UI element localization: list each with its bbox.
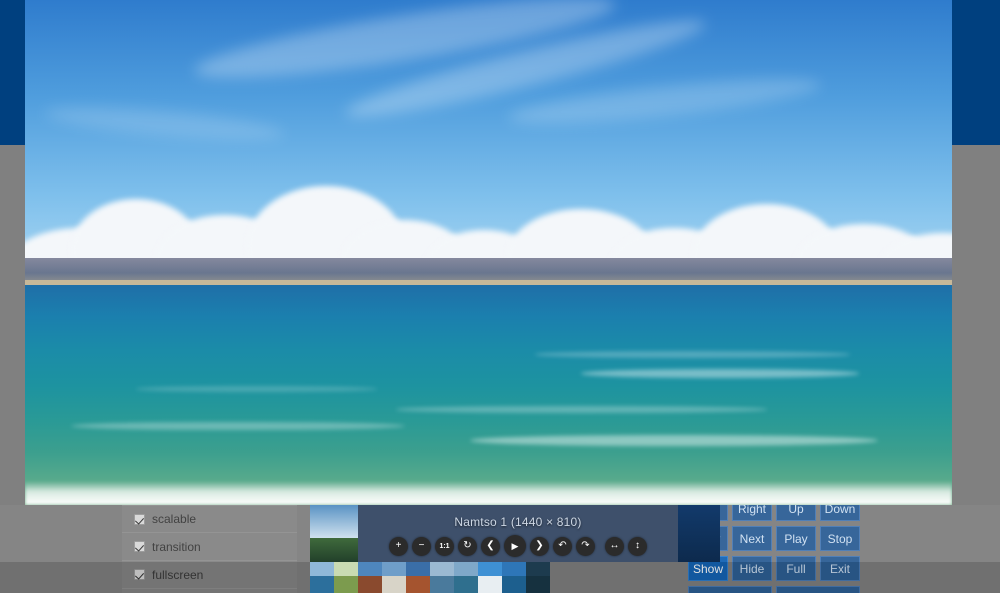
viewer-toolbar: Namtso 1 (1440 × 810) + −1:1 ↻ ❮ ▶ ❯ ↶ ↷ ↔ ↕ bbox=[358, 505, 678, 562]
option-label: fullscreen bbox=[152, 567, 204, 582]
thumbnail-strip bbox=[310, 562, 550, 593]
thumbnail-beach[interactable] bbox=[478, 562, 502, 593]
control-button-tooltip[interactable]: Tooltip bbox=[776, 586, 860, 593]
checkbox-icon-fullscreen[interactable] bbox=[134, 569, 145, 580]
chevron-left-icon[interactable]: ❮ bbox=[481, 536, 500, 556]
option-label: scalable bbox=[152, 512, 197, 526]
control-button-left[interactable]: Left bbox=[688, 496, 728, 521]
control-button-stop[interactable]: Stop bbox=[820, 526, 860, 551]
chevron-right-icon[interactable]: ❯ bbox=[530, 536, 549, 556]
thumbnail-white-house[interactable] bbox=[382, 562, 406, 593]
option-row-fullscreen[interactable]: fullscreen bbox=[122, 561, 297, 589]
option-row-transition[interactable]: transition bbox=[122, 533, 297, 561]
option-label: transition bbox=[152, 539, 201, 554]
checkbox-icon-transition[interactable] bbox=[134, 541, 145, 552]
control-row: Show Hide Full Exit bbox=[688, 556, 860, 581]
control-row: Left Right Up Down bbox=[688, 496, 860, 521]
minus-icon[interactable]: − bbox=[412, 536, 431, 556]
thumbnail-pier[interactable] bbox=[430, 562, 454, 593]
thumbnail-dark-water[interactable] bbox=[526, 562, 550, 593]
control-row: Reset Tooltip bbox=[688, 586, 860, 593]
rotate-icon[interactable]: ↻ bbox=[458, 536, 477, 556]
image-caption: Namtso 1 (1440 × 810) bbox=[454, 515, 582, 529]
control-button-full[interactable]: Full bbox=[776, 556, 816, 581]
control-button-exit[interactable]: Exit bbox=[820, 556, 860, 581]
control-button-right[interactable]: Right bbox=[732, 496, 772, 521]
thumbnail-jetty[interactable] bbox=[454, 562, 478, 593]
flip-horizontal-icon[interactable]: ↔ bbox=[605, 536, 624, 556]
thumbnail-red-roof-1[interactable] bbox=[358, 562, 382, 593]
control-button-down[interactable]: Down bbox=[820, 496, 860, 521]
control-button-next[interactable]: Next bbox=[732, 526, 772, 551]
control-button-hide[interactable]: Hide bbox=[732, 556, 772, 581]
toolbar-button-row: + −1:1 ↻ ❮ ▶ ❯ ↶ ↷ ↔ ↕ bbox=[358, 535, 678, 557]
checkbox-icon-scalable[interactable] bbox=[134, 513, 145, 525]
control-button-grid: Left Right Up Down Prev Next Play Stop Show Hide F… bbox=[688, 496, 860, 593]
control-button-play[interactable]: Play bbox=[776, 526, 816, 551]
control-button-reset[interactable]: Reset bbox=[688, 586, 772, 593]
thumbnail-lake-shore[interactable] bbox=[310, 562, 334, 593]
play-icon[interactable]: ▶ bbox=[504, 535, 526, 557]
thumbnail-blue-lake[interactable] bbox=[502, 562, 526, 593]
control-button-prev[interactable]: Prev bbox=[688, 526, 728, 551]
plus-icon[interactable]: + bbox=[389, 536, 408, 556]
option-row-scalable[interactable]: scalable bbox=[122, 505, 297, 533]
flip-vertical-icon[interactable]: ↕ bbox=[628, 536, 647, 556]
control-row: Prev Next Play Stop bbox=[688, 526, 860, 551]
options-panel: scalable transition fullscreen bbox=[122, 505, 297, 593]
control-button-show[interactable]: Show bbox=[688, 556, 728, 581]
one-to-one-icon[interactable]: 1:1 bbox=[435, 536, 454, 556]
redo-arrow-icon[interactable]: ↷ bbox=[576, 536, 595, 556]
undo-arrow-icon[interactable]: ↶ bbox=[553, 536, 572, 556]
control-button-up[interactable]: Up bbox=[776, 496, 816, 521]
thumbnail-red-roof-2[interactable] bbox=[406, 562, 430, 593]
thumbnail-green-field[interactable] bbox=[334, 562, 358, 593]
